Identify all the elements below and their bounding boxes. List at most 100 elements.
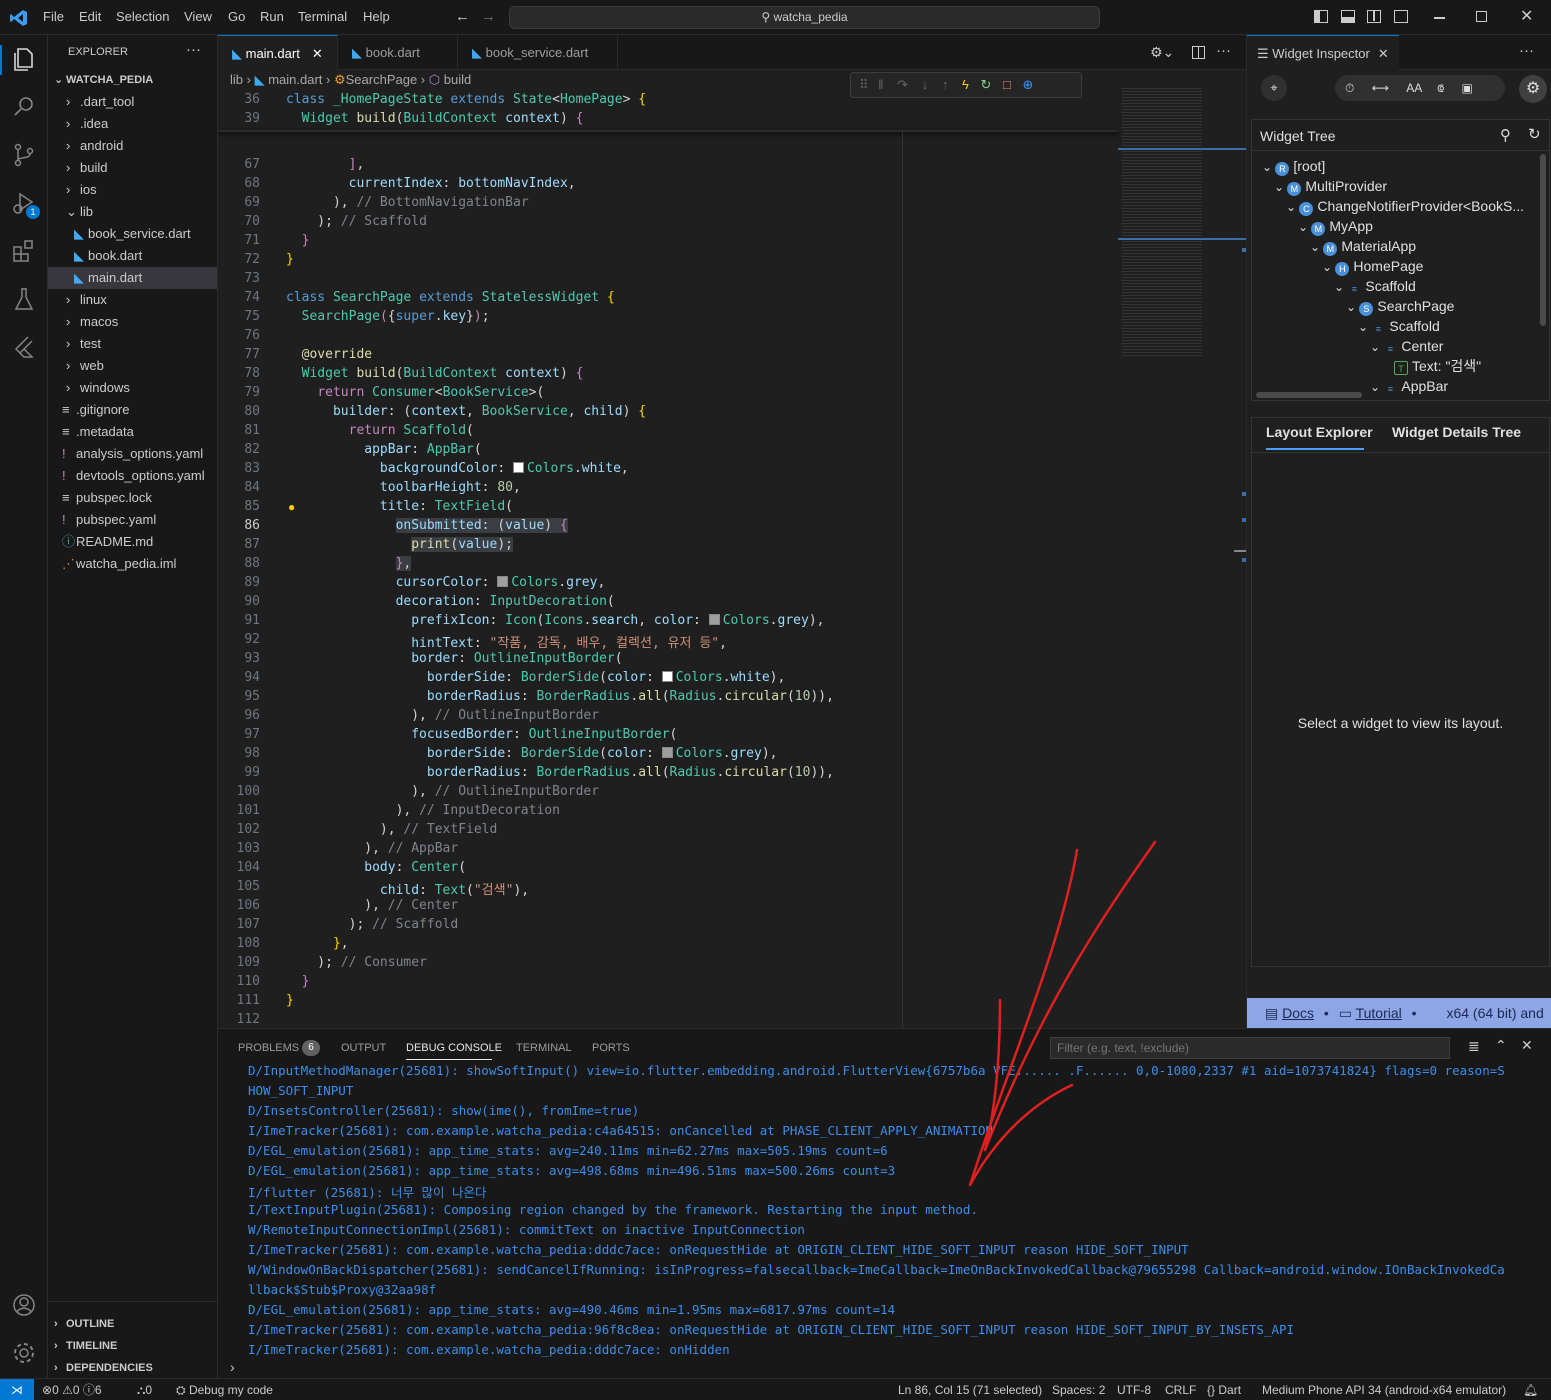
tab-widget-details-tree[interactable]: Widget Details Tree (1392, 424, 1521, 440)
code-line[interactable]: border: OutlineInputBorder( (286, 651, 622, 666)
code-line[interactable]: } (286, 252, 294, 267)
extensions-icon[interactable] (10, 237, 38, 265)
code-editor[interactable]: lib › ◣ main.dart › ⚙SearchPage › ⬡ buil… (218, 70, 1246, 1028)
widget-tree-node[interactable]: ⌄ C ChangeNotifierProvider<BookS... (1286, 196, 1524, 216)
code-line[interactable]: title: TextField( (286, 499, 513, 514)
code-line[interactable]: currentIndex: bottomNavIndex, (286, 176, 576, 191)
code-line[interactable]: ], (286, 157, 365, 172)
command-center[interactable]: ⚲ watcha_pedia (509, 6, 1100, 29)
tab-debug-console[interactable]: DEBUG CONSOLE (406, 1042, 502, 1054)
minimap[interactable] (1118, 88, 1246, 1028)
breadcrumb-item[interactable]: main.dart (268, 72, 322, 87)
ports-status[interactable]: ⛬0 (137, 1379, 152, 1400)
timeline-section[interactable]: › TIMELINE (48, 1335, 217, 1357)
code-line[interactable]: @override (286, 347, 372, 362)
line-ending[interactable]: CRLF (1165, 1379, 1196, 1400)
tab-problems[interactable]: PROBLEMS (238, 1042, 299, 1054)
accounts-icon[interactable] (10, 1291, 38, 1319)
close-panel-icon[interactable]: ✕ (1521, 1037, 1533, 1054)
widget-tree-node[interactable]: ⌄ ≡ Center (1370, 336, 1443, 356)
code-line[interactable]: ), // OutlineInputBorder (286, 708, 599, 723)
split-editor-icon[interactable] (1192, 46, 1205, 59)
clear-console-icon[interactable]: ≣ (1468, 1038, 1480, 1055)
code-line[interactable]: ), // TextField (286, 822, 497, 837)
lightbulb-icon[interactable]: ● (288, 500, 295, 514)
code-line[interactable]: } (286, 993, 294, 1008)
tab-book-dart[interactable]: ◣ book.dart (338, 35, 458, 70)
widget-tree-node[interactable]: ⌄ ≡ Scaffold (1334, 276, 1416, 296)
manage-gear-icon[interactable] (10, 1339, 38, 1367)
menu-edit[interactable]: Edit (79, 9, 101, 24)
code-line[interactable]: body: Center( (286, 860, 466, 875)
widget-tree-node[interactable]: ⌄ ≡ Scaffold (1358, 316, 1440, 336)
outline-section[interactable]: › OUTLINE (48, 1313, 217, 1335)
code-line[interactable]: Widget build(BuildContext context) { (286, 366, 584, 381)
file-tree-item[interactable]: › build (48, 157, 217, 179)
file-tree-item[interactable]: › ios (48, 179, 217, 201)
menu-terminal[interactable]: Terminal (298, 9, 347, 24)
close-tab-icon[interactable]: ✕ (312, 46, 323, 61)
file-tree-item[interactable]: ! devtools_options.yaml (48, 465, 217, 487)
close-window-icon[interactable]: ✕ (1520, 6, 1533, 26)
step-over-icon[interactable]: ↷ (897, 77, 908, 92)
code-line[interactable]: hintText: "작품, 감독, 배우, 컬렉션, 유저 등", (286, 632, 727, 651)
back-arrow-icon[interactable]: ← (455, 8, 470, 25)
device-selector[interactable]: Medium Phone API 34 (android-x64 emulato… (1262, 1379, 1506, 1400)
widget-tree-node[interactable]: ⌄ S SearchPage (1346, 296, 1454, 316)
widget-tree-node[interactable]: ⌄ H HomePage (1322, 256, 1423, 276)
code-line[interactable]: print(value); (286, 537, 513, 552)
stop-icon[interactable]: □ (1003, 77, 1011, 92)
tab-ports[interactable]: PORTS (592, 1042, 630, 1054)
toggle-panel-icon[interactable] (1341, 10, 1355, 23)
code-line[interactable]: ), // OutlineInputBorder (286, 784, 599, 799)
file-tree-item[interactable]: ≡ .metadata (48, 421, 217, 443)
breadcrumb-item[interactable]: lib (230, 72, 243, 87)
run-dropdown-icon[interactable]: ⚙⌄ (1150, 44, 1174, 61)
editor-more-icon[interactable]: ··· (1216, 42, 1231, 59)
widget-tree-node[interactable]: ⌄ M MaterialApp (1310, 236, 1416, 256)
code-line[interactable]: toolbarHeight: 80, (286, 480, 521, 495)
file-tree-item[interactable]: › .idea (48, 113, 217, 135)
workspace-root[interactable]: ⌄ WATCHA_PEDIA (48, 69, 217, 91)
remote-indicator-icon[interactable]: ⋊ (0, 1379, 34, 1400)
inspector-settings-gear-icon[interactable]: ⚙ (1519, 75, 1547, 103)
code-line[interactable]: class _HomePageState extends State<HomeP… (286, 92, 646, 107)
code-line[interactable]: borderSide: BorderSide(color: Colors.gre… (286, 746, 778, 761)
tab-main-dart[interactable]: ◣ main.dart ✕ (218, 35, 338, 70)
file-tree-item[interactable]: ◣ main.dart (48, 267, 217, 289)
file-tree-item[interactable]: › linux (48, 289, 217, 311)
code-line[interactable]: return Consumer<BookService>( (286, 385, 544, 400)
tab-output[interactable]: OUTPUT (341, 1042, 386, 1054)
widget-tree-node[interactable]: ⌄ M MyApp (1298, 216, 1373, 236)
widget-tree-node[interactable]: ⌄ ≡ AppBar (1370, 376, 1448, 396)
testing-icon[interactable] (10, 285, 38, 313)
file-tree-item[interactable]: ≡ pubspec.lock (48, 487, 217, 509)
tab-widget-inspector[interactable]: ☰ Widget Inspector ✕ (1247, 35, 1399, 70)
code-line[interactable]: prefixIcon: Icon(Icons.search, color: Co… (286, 613, 824, 628)
horizontal-scrollbar[interactable] (1256, 392, 1362, 398)
code-line[interactable]: onSubmitted: (value) { (286, 518, 568, 533)
image-icon[interactable]: ▣ (1462, 81, 1473, 95)
customize-layout-icon[interactable] (1394, 10, 1408, 23)
problems-status[interactable]: ⊗0 ⚠0 ⓘ6 (42, 1379, 102, 1400)
code-line[interactable]: backgroundColor: Colors.white, (286, 461, 629, 476)
maximize-panel-icon[interactable]: ⌃ (1495, 1037, 1507, 1054)
code-line[interactable]: ), // BottomNavigationBar (286, 195, 529, 210)
toggle-secondary-sidebar-icon[interactable] (1367, 10, 1381, 23)
code-line[interactable]: child: Text("검색"), (286, 879, 529, 898)
search-icon[interactable]: ⚲ (1500, 126, 1511, 144)
refresh-icon[interactable]: ↻ (1528, 125, 1541, 143)
breadcrumb-item[interactable]: build (444, 72, 471, 87)
file-tree-item[interactable]: ⋰watcha_pedia.iml (48, 553, 217, 575)
performance-overlay-icon[interactable]: ⏱ (1345, 81, 1354, 95)
widget-tree-node[interactable]: ⌄ R [root] (1262, 156, 1325, 176)
menu-go[interactable]: Go (228, 9, 245, 24)
file-tree-item[interactable]: › web (48, 355, 217, 377)
menu-selection[interactable]: Selection (116, 9, 169, 24)
code-line[interactable]: cursorColor: Colors.grey, (286, 575, 606, 590)
select-widget-mode-icon[interactable]: ⌖ (1261, 75, 1287, 101)
console-prompt-icon[interactable]: › (230, 1359, 235, 1375)
step-into-icon[interactable]: ↓ (922, 77, 929, 92)
step-out-icon[interactable]: ↑ (942, 77, 949, 92)
source-control-icon[interactable] (10, 141, 38, 169)
